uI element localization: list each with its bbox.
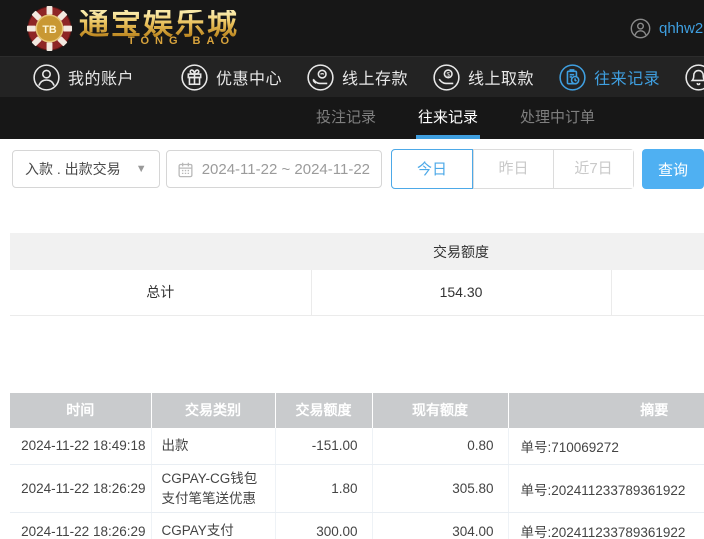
cell-time: 2024-11-22 18:26:29 [10,513,151,539]
transaction-type-value: 入款 . 出款交易 [25,159,121,179]
bell-icon [685,64,704,91]
records-subnav: 投注记录 往来记录 处理中订单 [0,97,704,139]
main-nav: 我的账户 优惠中心 线上存款 $ 线上取款 [0,56,704,97]
deposit-icon [307,64,334,91]
user-avatar-icon [630,18,651,39]
last7days-button[interactable]: 近7日 [553,150,633,188]
cell-balance: 305.80 [372,465,508,513]
nav-item-withdraw[interactable]: $ 线上取款 [433,64,534,91]
withdraw-icon: $ [433,64,460,91]
summary-total-label: 总计 [10,270,311,315]
tab-processing-orders[interactable]: 处理中订单 [518,97,597,139]
user-account[interactable]: qhhw2 [630,0,703,56]
cell-type: CGPAY-CG钱包支付笔笔送优惠 [151,465,275,513]
summary-total-value: 154.30 [311,270,611,315]
transaction-type-select[interactable]: 入款 . 出款交易 ▼ [12,150,160,188]
cell-summary: 单号:202411233789361922 [508,465,704,513]
gift-icon [181,64,208,91]
table-row: 2024-11-22 18:49:18 出款 -151.00 0.80 单号:7… [10,428,704,465]
nav-item-my-account[interactable]: 我的账户 [33,64,134,91]
nav-item-messages[interactable]: 信息 [685,64,704,91]
table-row: 2024-11-22 18:26:29 CGPAY支付 300.00 304.0… [10,513,704,539]
calendar-icon [177,161,194,178]
search-button[interactable]: 查询 [642,149,704,189]
summary-header-row: 交易额度 [10,233,704,270]
quick-date-group: 今日 昨日 近7日 [391,149,634,189]
col-summary: 摘要 [508,393,704,428]
cell-type: 出款 [151,428,275,465]
col-type: 交易类别 [151,393,275,428]
cell-time: 2024-11-22 18:26:29 [10,465,151,513]
cell-amount: -151.00 [275,428,372,465]
topbar: TB 通宝娱乐城 TONG BAO qhhw2 [0,0,704,56]
tab-betting-records[interactable]: 投注记录 [314,97,378,139]
cell-amount: 1.80 [275,465,372,513]
summary-total-row: 总计 154.30 [10,270,704,315]
today-button[interactable]: 今日 [391,149,473,189]
cell-amount: 300.00 [275,513,372,539]
transactions-header-row: 时间 交易类别 交易额度 现有额度 摘要 [10,393,704,428]
table-row: 2024-11-22 18:26:29 CGPAY-CG钱包支付笔笔送优惠 1.… [10,465,704,513]
cell-summary: 单号:202411233789361922 [508,513,704,539]
username: qhhw2 [659,20,703,37]
col-amount: 交易额度 [275,393,372,428]
poker-chip-logo-icon: TB [26,5,73,52]
date-range-value: 2024-11-22 ~ 2024-11-22 [202,161,370,178]
svg-text:TB: TB [42,23,57,35]
tab-transaction-records[interactable]: 往来记录 [416,97,480,139]
col-balance: 现有额度 [372,393,508,428]
svg-text:$: $ [447,71,451,78]
cell-type: CGPAY支付 [151,513,275,539]
summary-amount-header: 交易额度 [311,233,611,270]
cell-time: 2024-11-22 18:49:18 [10,428,151,465]
records-icon [559,64,586,91]
nav-item-records[interactable]: 往来记录 [559,64,660,91]
cell-balance: 0.80 [372,428,508,465]
user-icon [33,64,60,91]
transactions-section: 时间 交易类别 交易额度 现有额度 摘要 2024-11-22 18:49:18… [10,393,704,539]
cell-summary: 单号:710069272 [508,428,704,465]
cell-balance: 304.00 [372,513,508,539]
transactions-table: 时间 交易类别 交易额度 现有额度 摘要 2024-11-22 18:49:18… [10,393,704,539]
nav-item-promotions[interactable]: 优惠中心 [181,64,282,91]
yesterday-button[interactable]: 昨日 [473,150,553,188]
site-subtitle: TONG BAO [128,36,235,47]
col-time: 时间 [10,393,151,428]
site-logo[interactable]: TB 通宝娱乐城 TONG BAO [26,5,239,52]
summary-table: 交易额度 总计 154.30 [10,233,704,316]
summary-section: 交易额度 总计 154.30 [10,233,704,316]
filter-bar: 入款 . 出款交易 ▼ 2024-11-22 ~ 2024-11-22 今日 昨… [12,149,704,189]
date-range-input[interactable]: 2024-11-22 ~ 2024-11-22 [166,150,382,188]
nav-item-deposit[interactable]: 线上存款 [307,64,408,91]
chevron-down-icon: ▼ [136,163,147,175]
